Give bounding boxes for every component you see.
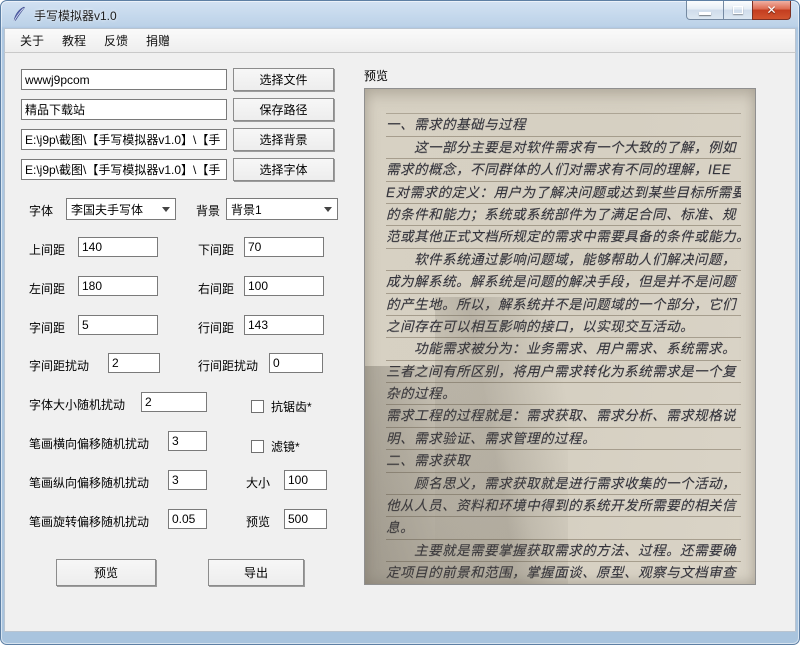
- top-margin-input[interactable]: [78, 237, 158, 257]
- left-margin-input[interactable]: [78, 276, 158, 296]
- chevron-down-icon: [324, 207, 332, 212]
- handwriting-line: 杂的过程。: [386, 383, 741, 406]
- preview-size-input[interactable]: [284, 509, 327, 529]
- choose-font-button[interactable]: 选择字体: [233, 158, 334, 181]
- menu-item[interactable]: 教程: [53, 29, 95, 52]
- minimize-button[interactable]: [686, 1, 724, 20]
- stroke-vertical-jitter-label: 笔画纵向偏移随机扰动: [29, 476, 150, 490]
- background-combobox-value: 背景1: [231, 202, 262, 217]
- handwriting-line: 的条件和能力；系统或系统部件为了满足合同、标准、规: [386, 204, 741, 227]
- antialias-checkbox-label: 抗锯齿*: [271, 400, 312, 414]
- handwriting-line: 成为解系统。解系统是问题的解决手段，但是并不是问题: [386, 271, 741, 294]
- handwriting-line: 软件系统通过影响问题域，能够帮助人们解决问题，: [386, 249, 741, 272]
- stroke-rotation-jitter-input[interactable]: [168, 509, 207, 529]
- char-spacing-jitter-input[interactable]: [108, 353, 160, 373]
- handwriting-line: 明、需求验证、需求管理的过程。: [386, 428, 741, 451]
- handwriting-line: 定项目的前景和范围，掌握面谈、原型、观察与文档审查: [386, 562, 741, 584]
- window-bottom-border: [0, 632, 800, 645]
- ruled-line: [386, 92, 741, 115]
- char-spacing-jitter-label: 字间距扰动: [29, 359, 90, 373]
- handwriting-line: 范或其他正式文档所规定的需求中需要具备的条件或能力。: [386, 226, 741, 249]
- preview-button[interactable]: 预览: [56, 559, 156, 586]
- preview-image-panel: 一、需求的基础与过程 这一部分主要是对软件需求有一个大致的了解，例如 需求的概念，…: [364, 88, 756, 585]
- font-size-jitter-label: 字体大小随机扰动: [29, 398, 126, 412]
- char-spacing-label: 字间距: [29, 321, 66, 335]
- font-size-jitter-input[interactable]: [141, 392, 207, 412]
- handwriting-line: 需求工程的过程就是：需求获取、需求分析、需求规格说: [386, 405, 741, 428]
- handwriting-line: 顾名思义，需求获取就是进行需求收集的一个活动，: [386, 473, 741, 496]
- choose-file-button[interactable]: 选择文件: [233, 68, 334, 91]
- filter-checkbox-label: 滤镜*: [271, 440, 300, 454]
- size-label: 大小: [246, 476, 271, 490]
- filter-checkbox[interactable]: 滤镜*: [251, 438, 300, 455]
- save-path-button[interactable]: 保存路径: [233, 98, 334, 121]
- save-name-input[interactable]: [21, 99, 227, 120]
- checkbox-box: [251, 400, 264, 413]
- handwriting-line: 需求的概念，不同群体的人们对需求有不同的理解，IEE: [386, 159, 741, 182]
- source-text-input[interactable]: [21, 69, 227, 90]
- chevron-down-icon: [162, 207, 170, 212]
- handwriting-line: E对需求的定义：用户为了解决问题或达到某些目标所需要: [386, 182, 741, 204]
- checkbox-box: [251, 440, 264, 453]
- handwriting-line: 功能需求被分为：业务需求、用户需求、系统需求。: [386, 338, 741, 361]
- feather-app-icon: [13, 6, 25, 21]
- menu-item[interactable]: 捐赠: [137, 29, 179, 52]
- line-spacing-input[interactable]: [244, 315, 324, 335]
- right-margin-label: 右间距: [198, 282, 235, 296]
- close-icon: ✕: [766, 3, 777, 17]
- minimize-icon: [699, 11, 711, 15]
- handwriting-line: 二、需求获取: [386, 450, 741, 473]
- bottom-margin-input[interactable]: [244, 237, 324, 257]
- stroke-vertical-jitter-input[interactable]: [168, 470, 207, 490]
- background-combobox[interactable]: 背景1: [226, 198, 338, 220]
- handwriting-line: 他从人员、资料和环境中得到的系统开发所需要的相关信: [386, 495, 741, 518]
- handwriting-line: 息。: [386, 517, 741, 540]
- bottom-margin-label: 下间距: [198, 243, 235, 257]
- antialias-checkbox[interactable]: 抗锯齿*: [251, 398, 312, 415]
- stroke-rotation-jitter-label: 笔画旋转偏移随机扰动: [29, 515, 150, 529]
- close-button[interactable]: ✕: [752, 1, 791, 20]
- stroke-horizontal-jitter-label: 笔画横向偏移随机扰动: [29, 437, 150, 451]
- line-spacing-jitter-label: 行间距扰动: [198, 359, 259, 373]
- preview-pane-label: 预览: [364, 69, 389, 83]
- handwriting-line: 这一部分主要是对软件需求有一个大致的了解，例如: [386, 137, 741, 160]
- char-spacing-input[interactable]: [78, 315, 158, 335]
- handwriting-line: 三者之间有所区别，将用户需求转化为系统需求是一个复: [386, 361, 741, 384]
- font-combobox[interactable]: 李国夫手写体: [66, 198, 176, 220]
- maximize-icon: [733, 6, 743, 14]
- size-input[interactable]: [284, 470, 327, 490]
- right-margin-input[interactable]: [244, 276, 324, 296]
- title-bar[interactable]: 手写模拟器v1.0 ✕: [0, 0, 800, 28]
- maximize-button[interactable]: [724, 1, 752, 20]
- window-title: 手写模拟器v1.0: [34, 9, 117, 23]
- background-path-input[interactable]: [21, 129, 227, 150]
- menu-item[interactable]: 关于: [11, 29, 53, 52]
- line-spacing-jitter-input[interactable]: [269, 353, 323, 373]
- font-path-input[interactable]: [21, 159, 227, 180]
- menu-item[interactable]: 反馈: [95, 29, 137, 52]
- left-margin-label: 左间距: [29, 282, 66, 296]
- preview-size-label: 预览: [246, 515, 271, 529]
- handwriting-line: 的产生地。所以，解系统并不是问题域的一个部分，它们: [386, 294, 741, 316]
- handwriting-line: 一、需求的基础与过程: [386, 114, 741, 137]
- handwriting-paper: 一、需求的基础与过程 这一部分主要是对软件需求有一个大致的了解，例如 需求的概念，…: [365, 89, 755, 584]
- font-combobox-value: 李国夫手写体: [71, 202, 144, 217]
- line-spacing-label: 行间距: [198, 321, 235, 335]
- stroke-horizontal-jitter-input[interactable]: [168, 431, 207, 451]
- font-combo-label: 字体: [29, 204, 54, 218]
- app-window: 手写模拟器v1.0 ✕ 关于教程反馈捐赠 选择文件 保存路径 选择背景 选择字体…: [0, 0, 800, 645]
- handwriting-text: 一、需求的基础与过程 这一部分主要是对软件需求有一个大致的了解，例如 需求的概念，…: [386, 114, 741, 584]
- choose-background-button[interactable]: 选择背景: [233, 128, 334, 151]
- client-area: 选择文件 保存路径 选择背景 选择字体 字体 李国夫手写体 背景 背景1 上间距…: [4, 53, 796, 632]
- top-margin-label: 上间距: [29, 243, 66, 257]
- window-controls: ✕: [686, 1, 791, 20]
- export-button[interactable]: 导出: [208, 559, 304, 586]
- handwriting-line: 主要就是需要掌握获取需求的方法、过程。还需要确: [386, 540, 741, 563]
- handwriting-line: 之间存在可以相互影响的接口，以实现交互活动。: [386, 316, 741, 339]
- background-combo-label: 背景: [196, 204, 221, 218]
- menu-bar: 关于 教程 反馈 捐赠: [4, 28, 796, 53]
